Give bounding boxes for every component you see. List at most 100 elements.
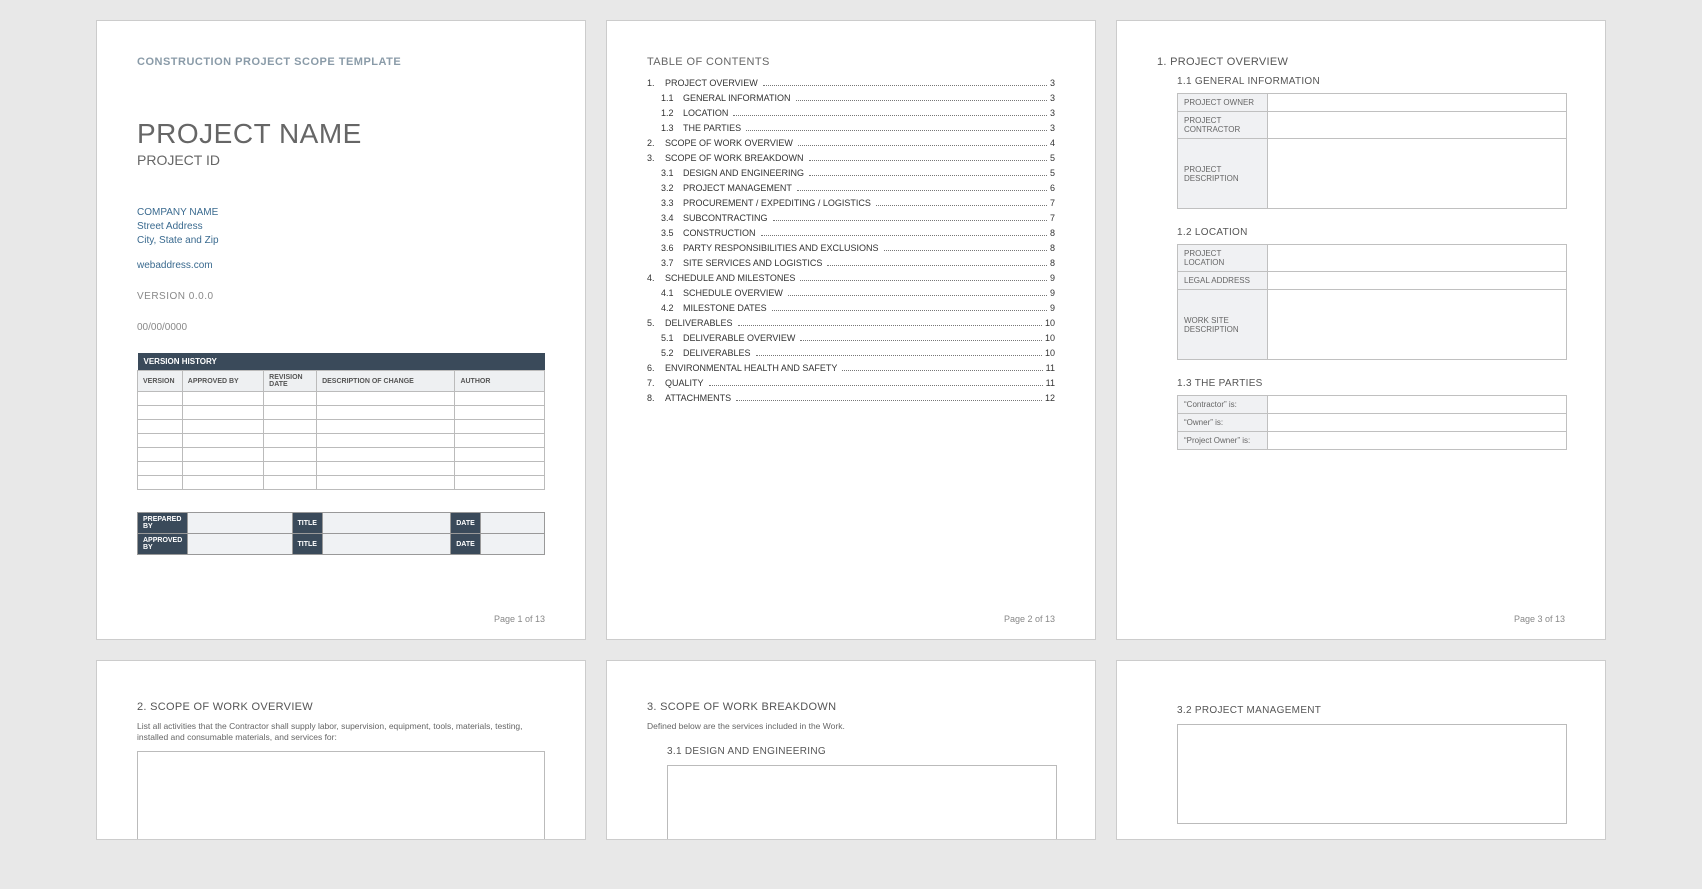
vh-row <box>138 420 545 434</box>
toc-item: 5.1DELIVERABLE OVERVIEW10 <box>647 333 1055 343</box>
vh-row <box>138 434 545 448</box>
page-footer: Page 3 of 13 <box>1514 614 1565 624</box>
web-address: webaddress.com <box>137 260 545 271</box>
toc-leader <box>709 385 1043 386</box>
value-cell <box>1268 414 1567 432</box>
city-state-zip: City, State and Zip <box>137 234 545 248</box>
toc-page-number: 6 <box>1050 183 1055 193</box>
toc-label: LOCATION <box>683 108 730 118</box>
toc-number: 7. <box>647 378 665 388</box>
page-1: CONSTRUCTION PROJECT SCOPE TEMPLATE PROJ… <box>96 20 586 640</box>
toc-page-number: 7 <box>1050 213 1055 223</box>
toc-leader <box>800 340 1042 341</box>
toc-page-number: 8 <box>1050 258 1055 268</box>
toc-label: QUALITY <box>665 378 706 388</box>
section-1-2-header: 1.2 LOCATION <box>1177 227 1565 238</box>
signature-table: PREPARED BY TITLE DATE APPROVED BY TITLE… <box>137 512 545 555</box>
scope-overview-note: List all activities that the Contractor … <box>137 721 545 743</box>
toc-item: 1.PROJECT OVERVIEW 3 <box>647 78 1055 88</box>
page-4: 2. SCOPE OF WORK OVERVIEW List all activ… <box>96 660 586 840</box>
toc-number: 3.4 <box>661 213 683 223</box>
toc-page-number: 12 <box>1045 393 1055 403</box>
toc-label: SCOPE OF WORK OVERVIEW <box>665 138 795 148</box>
toc-label: DESIGN AND ENGINEERING <box>683 168 806 178</box>
toc-page-number: 8 <box>1050 228 1055 238</box>
page-footer: Page 1 of 13 <box>494 614 545 624</box>
toc-leader <box>827 265 1047 266</box>
toc-leader <box>746 130 1047 131</box>
toc-leader <box>876 205 1047 206</box>
label-legal-address: LEGAL ADDRESS <box>1178 272 1268 290</box>
scope-breakdown-note: Defined below are the services included … <box>647 721 1055 732</box>
toc-header: TABLE OF CONTENTS <box>647 56 1055 68</box>
section-1-header: 1. PROJECT OVERVIEW <box>1157 56 1565 68</box>
toc-label: SCOPE OF WORK BREAKDOWN <box>665 153 806 163</box>
toc-page-number: 11 <box>1046 363 1055 373</box>
value-cell <box>1268 139 1567 209</box>
toc-number: 4.1 <box>661 288 683 298</box>
toc-number: 4. <box>647 273 665 283</box>
toc-page-number: 9 <box>1050 273 1055 283</box>
toc-item: 7.QUALITY11 <box>647 378 1055 388</box>
toc-item: 5.2DELIVERABLES10 <box>647 348 1055 358</box>
toc-number: 1.2 <box>661 108 683 118</box>
toc-page-number: 5 <box>1050 168 1055 178</box>
toc-item: 2.SCOPE OF WORK OVERVIEW 4 <box>647 138 1055 148</box>
toc-item: 4.1SCHEDULE OVERVIEW 9 <box>647 288 1055 298</box>
page-footer: Page 2 of 13 <box>1004 614 1055 624</box>
section-3-1-header: 3.1 DESIGN AND ENGINEERING <box>667 746 1055 757</box>
sig-date-label: DATE <box>451 513 481 534</box>
toc-label: SCHEDULE OVERVIEW <box>683 288 785 298</box>
toc-number: 3. <box>647 153 665 163</box>
toc-number: 5.1 <box>661 333 683 343</box>
sig-title-label: TITLE <box>292 513 322 534</box>
toc-item: 8.ATTACHMENTS12 <box>647 393 1055 403</box>
scope-overview-box <box>137 751 545 840</box>
value-cell <box>1268 396 1567 414</box>
company-name: COMPANY NAME <box>137 206 545 220</box>
toc-number: 6. <box>647 363 665 373</box>
toc-item: 3.3PROCUREMENT / EXPEDITING / LOGISTICS7 <box>647 198 1055 208</box>
toc-label: DELIVERABLE OVERVIEW <box>683 333 797 343</box>
toc-page-number: 9 <box>1050 288 1055 298</box>
toc-leader <box>763 85 1047 86</box>
toc-item: 3.7SITE SERVICES AND LOGISTICS 8 <box>647 258 1055 268</box>
toc-item: 3.5CONSTRUCTION8 <box>647 228 1055 238</box>
toc-label: ENVIRONMENTAL HEALTH AND SAFETY <box>665 363 839 373</box>
toc-page-number: 3 <box>1050 93 1055 103</box>
toc-item: 3.4SUBCONTRACTING7 <box>647 213 1055 223</box>
toc-number: 3.1 <box>661 168 683 178</box>
label-owner-is: “Owner” is: <box>1178 414 1268 432</box>
label-worksite-desc: WORK SITE DESCRIPTION <box>1178 290 1268 360</box>
section-3-2-header: 3.2 PROJECT MANAGEMENT <box>1177 705 1565 716</box>
page-2: TABLE OF CONTENTS 1.PROJECT OVERVIEW 3 1.1… <box>606 20 1096 640</box>
sig-prepared-label: PREPARED BY <box>138 513 188 534</box>
toc-number: 1.1 <box>661 93 683 103</box>
toc-number: 3.7 <box>661 258 683 268</box>
vh-col-approved: APPROVED BY <box>182 371 263 392</box>
toc-label: SITE SERVICES AND LOGISTICS <box>683 258 824 268</box>
toc-label: PROJECT MANAGEMENT <box>683 183 794 193</box>
label-project-owner: PROJECT OWNER <box>1178 94 1268 112</box>
label-project-description: PROJECT DESCRIPTION <box>1178 139 1268 209</box>
general-info-table: PROJECT OWNER PROJECT CONTRACTOR PROJECT… <box>1177 93 1567 209</box>
vh-col-author: AUTHOR <box>455 371 545 392</box>
sig-cell <box>322 534 450 555</box>
design-engineering-box <box>667 765 1057 840</box>
toc-label: PARTY RESPONSIBILITIES AND EXCLUSIONS <box>683 243 881 253</box>
label-contractor-is: “Contractor” is: <box>1178 396 1268 414</box>
vh-title: VERSION HISTORY <box>138 353 545 371</box>
toc-number: 2. <box>647 138 665 148</box>
version-history-table: VERSION HISTORY VERSION APPROVED BY REVI… <box>137 353 545 490</box>
vh-row <box>138 392 545 406</box>
toc-label: PROJECT OVERVIEW <box>665 78 760 88</box>
sig-cell <box>188 534 292 555</box>
value-cell <box>1268 272 1567 290</box>
toc-leader <box>756 355 1042 356</box>
toc-number: 1. <box>647 78 665 88</box>
toc-page-number: 3 <box>1050 78 1055 88</box>
toc-page-number: 4 <box>1050 138 1055 148</box>
toc-number: 5. <box>647 318 665 328</box>
toc-page-number: 10 <box>1045 348 1055 358</box>
toc-body: 1.PROJECT OVERVIEW31.1GENERAL INFORMATIO… <box>647 78 1055 403</box>
